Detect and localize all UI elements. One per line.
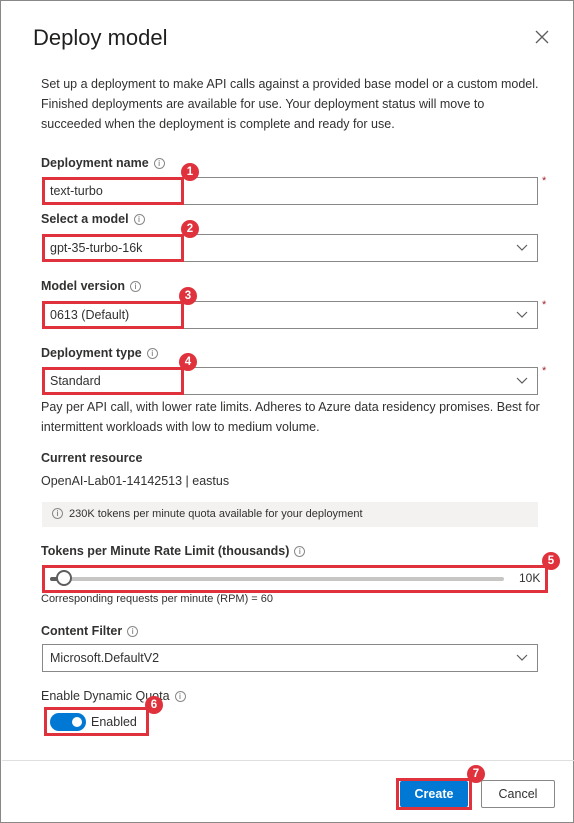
callout-badge-2: 2 bbox=[181, 220, 199, 238]
required-marker: * bbox=[542, 299, 547, 311]
content-filter-label: Content Filter i bbox=[41, 624, 139, 638]
info-icon[interactable]: i bbox=[146, 348, 158, 359]
chevron-down-icon bbox=[516, 654, 528, 661]
deployment-name-label: Deployment name i bbox=[41, 156, 165, 170]
deployment-type-label: Deployment type i bbox=[41, 346, 158, 360]
deployment-type-help: Pay per API call, with lower rate limits… bbox=[41, 400, 540, 434]
highlight-box-4 bbox=[42, 367, 184, 395]
rate-limit-label: Tokens per Minute Rate Limit (thousands)… bbox=[41, 544, 306, 558]
info-icon[interactable]: i bbox=[133, 214, 145, 225]
callout-badge-1: 1 bbox=[181, 163, 199, 181]
callout-badge-3: 3 bbox=[179, 287, 197, 305]
rpm-note: Corresponding requests per minute (RPM) … bbox=[41, 593, 274, 605]
chevron-down-icon bbox=[516, 311, 528, 318]
required-marker: * bbox=[542, 365, 547, 377]
required-marker: * bbox=[542, 175, 547, 187]
chevron-down-icon bbox=[516, 244, 528, 251]
dynamic-quota-label: Enable Dynamic Quota i bbox=[41, 689, 186, 703]
highlight-box-5 bbox=[42, 565, 548, 593]
select-model-label: Select a model i bbox=[41, 212, 145, 226]
callout-badge-4: 4 bbox=[179, 353, 197, 371]
info-icon[interactable]: i bbox=[130, 281, 142, 292]
model-version-label: Model version i bbox=[41, 279, 142, 293]
cancel-button[interactable]: Cancel bbox=[481, 780, 555, 808]
current-resource-label: Current resource bbox=[41, 451, 143, 465]
quota-info-bar: i 230K tokens per minute quota available … bbox=[42, 502, 538, 527]
callout-badge-5: 5 bbox=[542, 552, 560, 570]
quota-note: 230K tokens per minute quota available f… bbox=[69, 508, 363, 520]
info-icon: i bbox=[52, 508, 63, 519]
highlight-box-1 bbox=[42, 177, 184, 205]
content-filter-value: Microsoft.DefaultV2 bbox=[50, 651, 160, 665]
callout-badge-6: 6 bbox=[145, 696, 163, 714]
info-icon[interactable]: i bbox=[294, 546, 306, 557]
deploy-model-dialog: Deploy model Set up a deployment to make… bbox=[0, 0, 574, 823]
info-icon[interactable]: i bbox=[174, 691, 186, 702]
highlight-box-7 bbox=[396, 778, 472, 810]
highlight-box-3 bbox=[42, 301, 184, 329]
info-icon[interactable]: i bbox=[153, 158, 165, 169]
highlight-box-2 bbox=[42, 234, 184, 262]
content-filter-select[interactable]: Microsoft.DefaultV2 bbox=[42, 644, 538, 672]
footer-divider bbox=[2, 760, 574, 761]
highlight-box-6 bbox=[44, 707, 149, 736]
current-resource-value: OpenAI-Lab01-14142513 | eastus bbox=[41, 474, 230, 488]
chevron-down-icon bbox=[516, 377, 528, 384]
info-icon[interactable]: i bbox=[127, 626, 139, 637]
close-icon[interactable] bbox=[531, 27, 553, 49]
dialog-title: Deploy model bbox=[33, 25, 168, 50]
dialog-description: Set up a deployment to make API calls ag… bbox=[41, 77, 539, 131]
